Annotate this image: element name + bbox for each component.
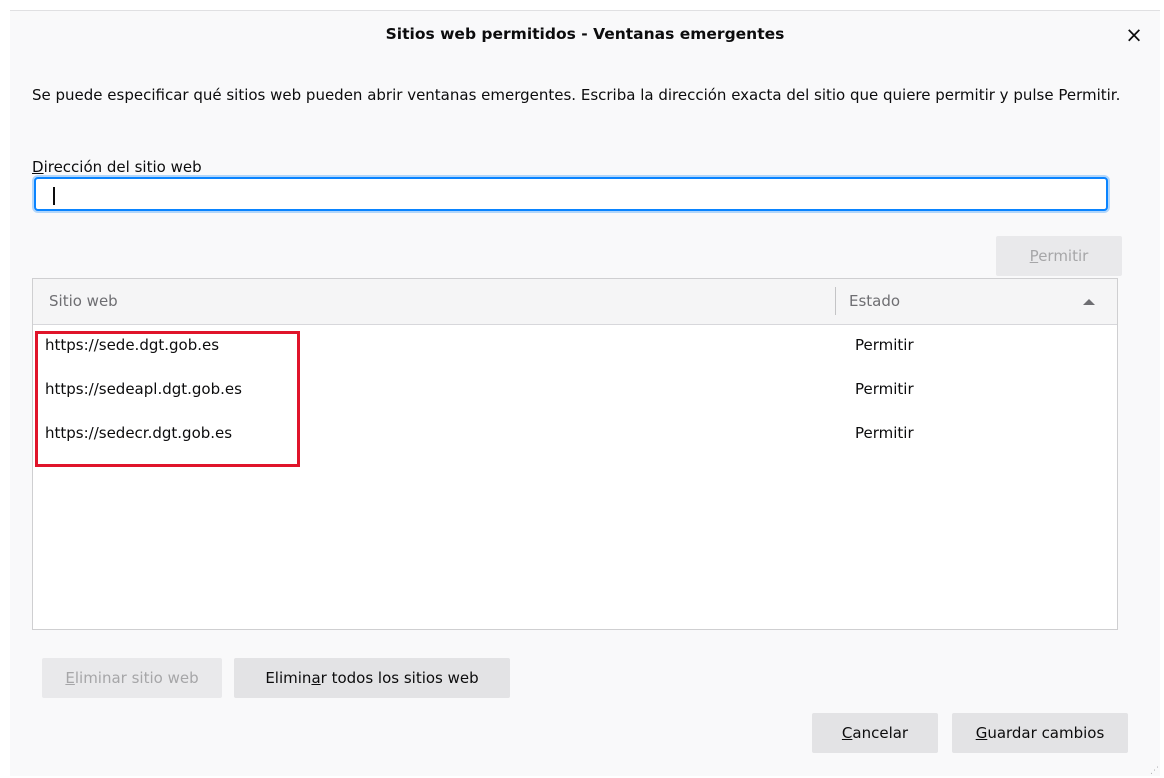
column-header-site[interactable]: Sitio web	[49, 292, 118, 310]
remove-site-label: liminar sitio web	[74, 669, 199, 687]
cancel-accesskey: C	[841, 724, 853, 742]
sort-ascending-icon[interactable]	[1083, 299, 1095, 305]
remove-all-label-pre: Elimin	[265, 669, 312, 687]
address-input[interactable]	[34, 177, 1108, 211]
dialog-description: Se puede especificar qué sitios web pued…	[32, 86, 1121, 104]
remove-site-button[interactable]: Eliminar sitio web	[42, 658, 222, 698]
allow-button-accesskey: P	[1029, 247, 1039, 265]
status-cell: Permitir	[855, 424, 914, 442]
resize-grip-icon[interactable]: ⋰	[1150, 766, 1160, 776]
dialog-titlebar: Sitios web permitidos - Ventanas emergen…	[10, 11, 1160, 59]
save-label: uardar cambios	[987, 724, 1105, 742]
remove-site-accesskey: E	[65, 669, 75, 687]
dialog-title: Sitios web permitidos - Ventanas emergen…	[385, 25, 785, 43]
cancel-label: ancelar	[852, 724, 909, 742]
save-changes-button[interactable]: Guardar cambios	[952, 713, 1128, 753]
address-label: Dirección del sitio web	[32, 158, 202, 176]
save-accesskey: G	[975, 724, 988, 742]
remove-all-sites-button[interactable]: Eliminar todos los sitios web	[234, 658, 510, 698]
column-separator[interactable]	[835, 287, 836, 315]
remove-all-label-rest: r todos los sitios web	[320, 669, 479, 687]
list-header: Sitio web Estado	[33, 279, 1117, 325]
status-cell: Permitir	[855, 380, 914, 398]
allow-button[interactable]: Permitir	[996, 236, 1122, 276]
column-header-status[interactable]: Estado	[849, 292, 900, 310]
address-label-text: irección del sitio web	[43, 158, 202, 176]
cancel-button[interactable]: Cancelar	[812, 713, 938, 753]
address-label-accesskey: D	[32, 158, 44, 176]
status-cell: Permitir	[855, 336, 914, 354]
allow-button-label: ermitir	[1038, 247, 1089, 265]
close-icon[interactable]: ×	[1120, 21, 1148, 49]
text-caret	[53, 187, 55, 205]
red-highlight-annotation	[35, 331, 300, 467]
remove-all-accesskey: a	[311, 669, 321, 687]
